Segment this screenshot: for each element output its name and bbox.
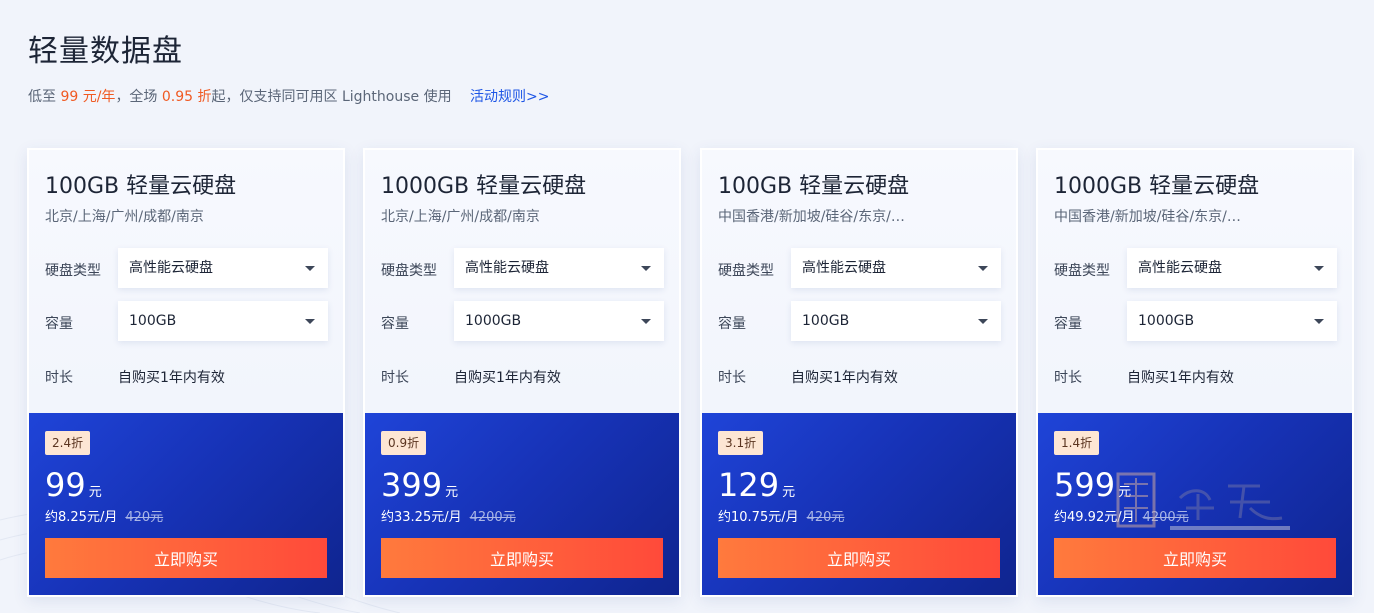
price: 599 元 [1054,465,1131,505]
capacity-select[interactable]: 100GB [791,301,1001,341]
capacity-select[interactable]: 100GB [118,301,328,341]
disk-type-value: 高性能云硬盘 [465,260,549,276]
disk-type-select[interactable]: 高性能云硬盘 [118,248,328,288]
original-price: 420元 [125,510,164,525]
price-unit: 元 [782,485,796,500]
duration-label: 时长 [1054,370,1082,386]
chevron-down-icon [1314,319,1324,324]
disk-type-label: 硬盘类型 [718,263,774,279]
price-detail: 约33.25元/月 4200元 [381,506,516,525]
subtitle-discount: 0.95 折 [161,89,212,105]
page-header: 轻量数据盘 低至 99 元/年，全场 0.95 折起，仅支持同可用区 Light… [28,30,550,106]
price: 99 元 [45,465,102,505]
price-value: 599 [1054,466,1116,504]
promo-subtitle: 低至 99 元/年，全场 0.95 折起，仅支持同可用区 Lighthouse … [28,86,550,106]
capacity-value: 1000GB [1138,313,1195,329]
buy-now-button[interactable]: 立即购买 [718,538,1000,578]
product-card: 1000GB 轻量云硬盘 中国香港/新加坡/硅谷/东京/… 硬盘类型 高性能云硬… [1036,148,1354,597]
price-unit: 元 [88,485,102,500]
price-detail: 约49.92元/月 4200元 [1054,506,1189,525]
disk-type-value: 高性能云硬盘 [1138,260,1222,276]
price-panel: 0.9折 399 元 约33.25元/月 4200元 立即购买 [365,413,679,595]
duration-value: 自购买1年内有效 [791,370,898,386]
original-price: 4200元 [1142,510,1189,525]
price-detail: 约10.75元/月 420元 [718,506,844,525]
card-title: 1000GB 轻量云硬盘 [381,174,587,199]
duration-value: 自购买1年内有效 [1127,370,1234,386]
subtitle-mid: ，全场 [115,89,158,105]
duration-value: 自购买1年内有效 [118,370,225,386]
buy-now-button[interactable]: 立即购买 [45,538,327,578]
original-price: 4200元 [469,510,516,525]
duration-label: 时长 [45,370,73,386]
capacity-label: 容量 [381,316,409,332]
duration-label: 时长 [381,370,409,386]
price-panel: 1.4折 599 元 约49.92元/月 4200元 立即购买 [1038,413,1352,595]
card-title: 100GB 轻量云硬盘 [718,174,910,199]
card-regions: 北京/上海/广州/成都/南京 [45,209,204,225]
price: 129 元 [718,465,795,505]
monthly-price: 约33.25元/月 [381,510,462,525]
monthly-price: 约49.92元/月 [1054,510,1135,525]
card-title: 100GB 轻量云硬盘 [45,174,237,199]
chevron-down-icon [978,319,988,324]
price-value: 129 [718,466,780,504]
buy-now-button[interactable]: 立即购买 [1054,538,1336,578]
capacity-value: 100GB [802,313,850,329]
duration-label: 时长 [718,370,746,386]
subtitle-prefix: 低至 [28,89,56,105]
disk-type-label: 硬盘类型 [45,263,101,279]
chevron-down-icon [641,266,651,271]
capacity-label: 容量 [1054,316,1082,332]
price: 399 元 [381,465,458,505]
price-value: 399 [381,466,443,504]
product-card: 100GB 轻量云硬盘 北京/上海/广州/成都/南京 硬盘类型 高性能云硬盘 容… [27,148,345,597]
chevron-down-icon [305,319,315,324]
subtitle-suffix: 起，仅支持同可用区 Lighthouse 使用 [211,89,452,105]
capacity-label: 容量 [45,316,73,332]
product-card: 100GB 轻量云硬盘 中国香港/新加坡/硅谷/东京/… 硬盘类型 高性能云硬盘… [700,148,1018,597]
discount-badge: 2.4折 [45,431,91,455]
monthly-price: 约10.75元/月 [718,510,799,525]
chevron-down-icon [978,266,988,271]
original-price: 420元 [806,510,845,525]
page-title: 轻量数据盘 [28,34,183,69]
chevron-down-icon [641,319,651,324]
capacity-value: 100GB [129,313,177,329]
card-regions: 北京/上海/广州/成都/南京 [381,209,540,225]
discount-badge: 0.9折 [381,431,427,455]
capacity-select[interactable]: 1000GB [454,301,664,341]
buy-now-button[interactable]: 立即购买 [381,538,663,578]
price-unit: 元 [1118,485,1132,500]
discount-badge: 1.4折 [1054,431,1100,455]
card-regions: 中国香港/新加坡/硅谷/东京/… [718,209,905,225]
price-unit: 元 [445,485,459,500]
capacity-label: 容量 [718,316,746,332]
discount-badge: 3.1折 [718,431,764,455]
activity-rules-link[interactable]: 活动规则>> [470,89,549,105]
price-panel: 3.1折 129 元 约10.75元/月 420元 立即购买 [702,413,1016,595]
card-title: 1000GB 轻量云硬盘 [1054,174,1260,199]
price-panel: 2.4折 99 元 约8.25元/月 420元 立即购买 [29,413,343,595]
disk-type-value: 高性能云硬盘 [129,260,213,276]
chevron-down-icon [305,266,315,271]
monthly-price: 约8.25元/月 [45,510,118,525]
chevron-down-icon [1314,266,1324,271]
disk-type-select[interactable]: 高性能云硬盘 [1127,248,1337,288]
capacity-value: 1000GB [465,313,522,329]
disk-type-label: 硬盘类型 [1054,263,1110,279]
price-detail: 约8.25元/月 420元 [45,506,163,525]
price-value: 99 [45,466,86,504]
disk-type-select[interactable]: 高性能云硬盘 [791,248,1001,288]
capacity-select[interactable]: 1000GB [1127,301,1337,341]
disk-type-select[interactable]: 高性能云硬盘 [454,248,664,288]
subtitle-price: 99 元/年 [60,89,116,105]
product-card: 1000GB 轻量云硬盘 北京/上海/广州/成都/南京 硬盘类型 高性能云硬盘 … [363,148,681,597]
disk-type-value: 高性能云硬盘 [802,260,886,276]
disk-type-label: 硬盘类型 [381,263,437,279]
card-regions: 中国香港/新加坡/硅谷/东京/… [1054,209,1241,225]
duration-value: 自购买1年内有效 [454,370,561,386]
